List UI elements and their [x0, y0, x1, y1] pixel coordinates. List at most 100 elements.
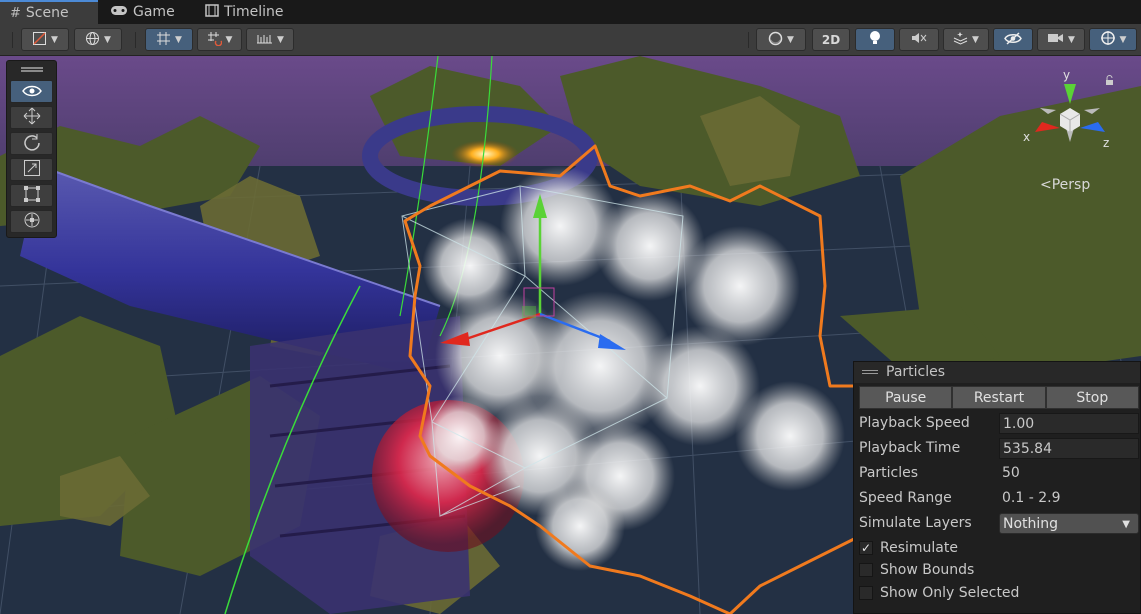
scene-visibility-toggle[interactable]: [993, 28, 1033, 51]
tab-timeline[interactable]: Timeline: [195, 0, 305, 24]
tab-bar: # Scene Game Timeline: [0, 0, 1141, 24]
increment-snap-dropdown[interactable]: ▼: [197, 28, 242, 51]
tab-game[interactable]: Game: [100, 0, 192, 24]
tab-scene-label: Scene: [25, 5, 69, 21]
draw-mode-dropdown[interactable]: ▼: [21, 28, 69, 51]
camera-icon: [1047, 32, 1064, 47]
pause-button[interactable]: Pause: [859, 386, 953, 409]
restart-button[interactable]: Restart: [952, 386, 1046, 409]
tab-scene[interactable]: # Scene: [0, 0, 98, 24]
simulate-layers-value: Nothing: [1003, 515, 1059, 532]
resimulate-checkbox[interactable]: ✓ Resimulate: [859, 538, 1139, 558]
global-local-dropdown[interactable]: ▼: [74, 28, 122, 51]
resimulate-label: Resimulate: [880, 540, 958, 556]
palette-grip[interactable]: [21, 67, 43, 69]
simulate-layers-label: Simulate Layers: [859, 515, 972, 531]
sphere-icon: [768, 31, 783, 49]
playback-time-row: Playback Time 535.84: [859, 437, 1139, 459]
toggle-2d-label: 2D: [821, 32, 841, 47]
show-bounds-label: Show Bounds: [880, 562, 975, 578]
particles-count-label: Particles: [859, 465, 919, 481]
tab-timeline-label: Timeline: [224, 4, 284, 20]
chevron-down-icon: ▼: [787, 34, 794, 45]
chevron-down-icon: ▼: [51, 34, 58, 45]
rect-tool-button[interactable]: [10, 184, 53, 207]
move-arrows-icon: [23, 107, 41, 129]
gamepad-icon: [110, 5, 128, 20]
toggle-2d-button[interactable]: 2D: [812, 28, 850, 51]
checkbox-unchecked[interactable]: [859, 586, 873, 600]
chevron-down-icon: ▼: [972, 34, 979, 45]
chevron-down-icon: ▼: [1068, 34, 1075, 45]
playback-speed-label: Playback Speed: [859, 415, 970, 431]
transform-icon: [23, 211, 41, 233]
ruler-icon: [256, 32, 273, 48]
projection-toggle[interactable]: <Persp: [1040, 177, 1090, 193]
eye-hidden-icon: [1004, 31, 1022, 48]
layers-effects-icon: [953, 31, 968, 49]
scene-viewport[interactable]: y x z <Persp Particles Pause Restart Sto…: [0, 56, 1141, 614]
checkbox-unchecked[interactable]: [859, 563, 873, 577]
view-tool-button[interactable]: [10, 80, 53, 103]
increment-snap-icon: [207, 31, 222, 49]
particles-count-value: 50: [1002, 464, 1020, 481]
chevron-down-icon: ▼: [104, 34, 111, 45]
speed-range-label: Speed Range: [859, 490, 952, 506]
simulate-layers-dropdown[interactable]: Nothing ▼: [999, 512, 1139, 534]
gizmo-x-label: x: [1023, 130, 1031, 144]
particles-panel-title: Particles: [886, 364, 946, 380]
chevron-left-icon: <: [1040, 177, 1052, 193]
orientation-gizmo[interactable]: y x z: [1010, 64, 1138, 184]
panel-grip-icon: [862, 370, 878, 371]
show-bounds-checkbox[interactable]: Show Bounds: [859, 560, 1139, 580]
projection-label: Persp: [1051, 177, 1091, 193]
chevron-down-icon: ▼: [175, 34, 182, 45]
shading-mode-dropdown[interactable]: ▼: [756, 28, 806, 51]
transform-tool-button[interactable]: [10, 210, 53, 233]
audio-toggle[interactable]: [899, 28, 939, 51]
toolbar-separator: [135, 32, 136, 48]
film-icon: [205, 3, 219, 21]
speed-range-value: 0.1 - 2.9: [1002, 489, 1061, 506]
speed-range-row: Speed Range 0.1 - 2.9: [859, 487, 1139, 509]
chevron-down-icon: ▼: [277, 34, 284, 45]
checkmark-icon[interactable]: ✓: [859, 541, 873, 555]
scale-tool-button[interactable]: [10, 158, 53, 181]
tool-palette: [6, 60, 57, 238]
playback-speed-row: Playback Speed 1.00: [859, 412, 1139, 434]
playback-speed-field[interactable]: 1.00: [999, 412, 1139, 434]
globe-icon: [85, 31, 100, 49]
chevron-down-icon: ▼: [1122, 518, 1130, 530]
gizmos-dropdown[interactable]: ▼: [1089, 28, 1137, 51]
axis-cube-icon[interactable]: [1010, 64, 1138, 164]
draw-mode-icon: [32, 31, 47, 49]
gizmo-y-label: y: [1063, 68, 1071, 82]
gizmo-icon: [1100, 30, 1116, 49]
rotate-tool-button[interactable]: [10, 132, 53, 155]
grid-snap-toggle[interactable]: ▼: [145, 28, 193, 51]
scale-icon: [23, 159, 41, 181]
chevron-down-icon: ▼: [1119, 34, 1127, 45]
chevron-down-icon: ▼: [225, 34, 233, 45]
playback-time-field[interactable]: 535.84: [999, 437, 1139, 459]
particles-panel-header[interactable]: Particles: [854, 362, 1140, 383]
show-only-selected-label: Show Only Selected: [880, 585, 1020, 601]
particles-count-row: Particles 50: [859, 462, 1139, 484]
playback-controls: Pause Restart Stop: [859, 386, 1139, 409]
camera-settings-dropdown[interactable]: ▼: [1037, 28, 1085, 51]
effects-dropdown[interactable]: ▼: [943, 28, 989, 51]
move-tool-button[interactable]: [10, 106, 53, 129]
stop-button[interactable]: Stop: [1045, 386, 1139, 409]
speaker-muted-icon: [911, 31, 927, 48]
tab-game-label: Game: [133, 4, 175, 20]
show-only-selected-checkbox[interactable]: Show Only Selected: [859, 583, 1139, 603]
lightbulb-icon: [868, 30, 882, 49]
toolbar-separator: [748, 32, 749, 48]
gizmo-z-label: z: [1103, 136, 1110, 150]
lighting-toggle[interactable]: [855, 28, 895, 51]
grid-snap-icon: [156, 31, 171, 49]
particles-overlay-panel: Particles Pause Restart Stop Playback Sp…: [853, 361, 1141, 614]
eye-icon: [21, 83, 42, 101]
ruler-dropdown[interactable]: ▼: [246, 28, 294, 51]
toolbar-separator: [12, 32, 13, 48]
